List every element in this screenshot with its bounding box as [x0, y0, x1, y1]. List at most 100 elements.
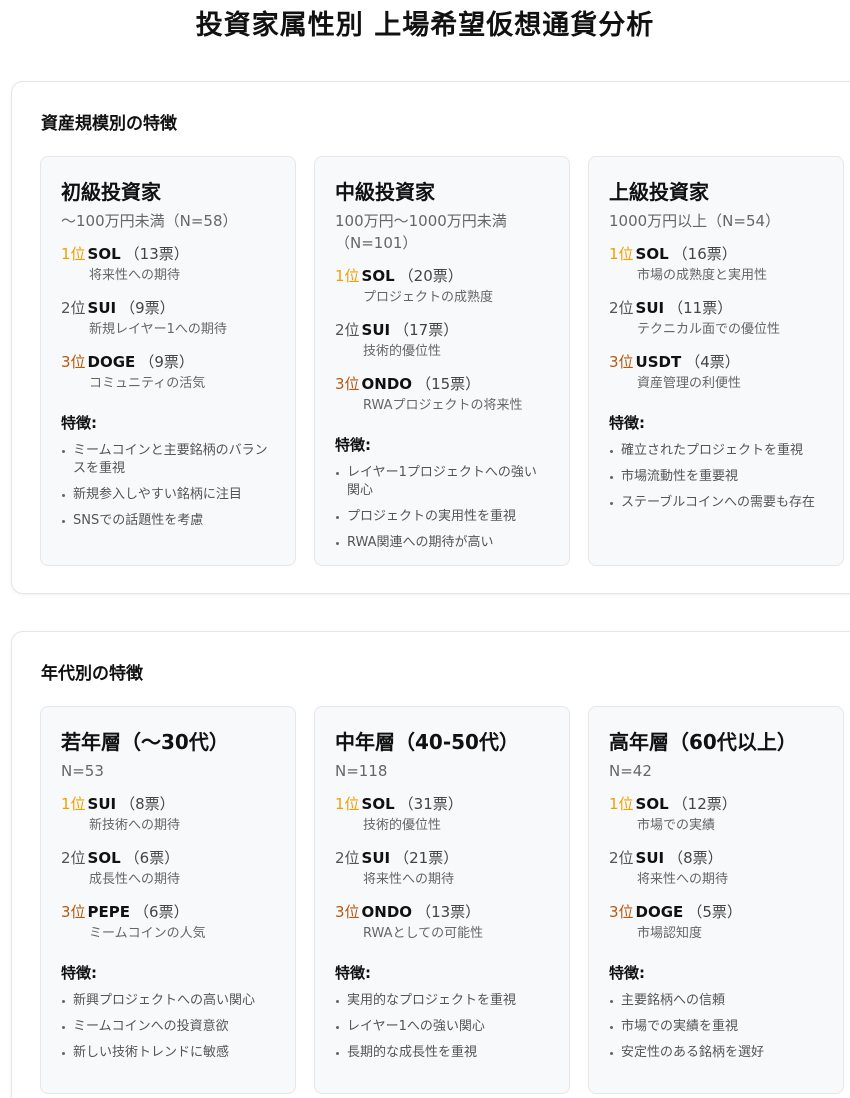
rank-coin: PEPE [87, 903, 131, 921]
feature-item: ミームコインと主要銘柄のバランスを重視 [61, 442, 275, 478]
rank-item: 2位 SUI （17票） 技術的優位性 [335, 319, 549, 362]
features-list: 実用的なプロジェクトを重視 レイヤー1への強い関心 長期的な成長性を重視 [335, 992, 549, 1062]
card-subtitle: 1000万円以上（N=54） [609, 212, 781, 230]
rank-votes: （6票） [124, 849, 180, 867]
rank-item: 3位 ONDO （15票） RWAプロジェクトの将来性 [335, 373, 549, 416]
rank-note: 新技術への期待 [89, 818, 181, 833]
features-list: 新興プロジェクトへの高い関心 ミームコインへの投資意欲 新しい技術トレンドに敏感 [61, 992, 275, 1062]
features-heading: 特徴: [335, 964, 371, 982]
rank-position: 1位 [335, 795, 360, 813]
rank-votes: （9票） [120, 299, 175, 317]
rank-position: 3位 [61, 353, 86, 371]
card-subtitle: ～100万円未満（N=58） [61, 212, 238, 230]
card-beginner-investor: 初級投資家 ～100万円未満（N=58） 1位 SOL （13票） 将来性への期待 … [40, 156, 296, 566]
feature-item: レイヤー1プロジェクトへの強い関心 [335, 464, 549, 500]
rank-note: 新規レイヤー1への期待 [89, 322, 227, 337]
feature-item: 確立されたプロジェクトを重視 [609, 442, 823, 460]
rank-votes: （13票） [416, 903, 481, 921]
card-intermediate-investor: 中級投資家 100万円～1000万円未満（N=101） 1位 SOL （20票） プ… [314, 156, 570, 566]
rank-coin: SUI [635, 299, 665, 317]
features-list: 主要銘柄への信頼 市場での実績を重視 安定性のある銘柄を選好 [609, 992, 823, 1062]
rank-coin: DOGE [87, 353, 136, 371]
features-heading: 特徴: [609, 964, 645, 982]
feature-item: 安定性のある銘柄を選好 [609, 1044, 823, 1062]
rank-item: 2位 SUI （11票） テクニカル面での優位性 [609, 297, 823, 340]
feature-item: RWA関連への期待が高い [335, 534, 549, 552]
rank-item: 3位 PEPE （6票） ミームコインの人気 [61, 901, 275, 944]
features-list: 確立されたプロジェクトを重視 市場流動性を重要視 ステーブルコインへの需要も存在 [609, 442, 823, 512]
rank-coin: ONDO [361, 903, 413, 921]
rank-position: 2位 [335, 321, 360, 339]
rank-item: 2位 SOL （6票） 成長性への期待 [61, 847, 275, 890]
feature-item: プロジェクトの実用性を重視 [335, 508, 549, 526]
section-age-group: 年代別の特徴 若年層（～30代） N=53 1位 SUI （8票） 新技術への期待 … [11, 631, 850, 1098]
card-middle-age: 中年層（40-50代） N=118 1位 SOL （31票） 技術的優位性 2位 SU… [314, 706, 570, 1094]
feature-item: 市場での実績を重視 [609, 1018, 823, 1036]
section-heading: 資産規模別の特徴 [41, 114, 177, 134]
features-heading: 特徴: [61, 414, 97, 432]
rank-position: 1位 [609, 795, 634, 813]
card-title: 高年層（60代以上） [609, 730, 797, 754]
rank-votes: （8票） [668, 849, 723, 867]
card-subtitle: N=42 [609, 762, 652, 780]
rank-note: 市場の成熟度と実用性 [637, 268, 768, 283]
feature-item: レイヤー1への強い関心 [335, 1018, 549, 1036]
rank-item: 2位 SUI （9票） 新規レイヤー1への期待 [61, 297, 275, 340]
rank-coin: SOL [635, 795, 669, 813]
rank-item: 1位 SOL （31票） 技術的優位性 [335, 793, 549, 836]
rank-position: 2位 [61, 849, 86, 867]
rank-position: 1位 [61, 795, 86, 813]
rank-note: 将来性への期待 [363, 872, 455, 887]
rank-position: 2位 [609, 849, 634, 867]
rank-note: 市場認知度 [637, 926, 703, 941]
section-heading: 年代別の特徴 [41, 664, 143, 684]
rank-note: 市場での実績 [637, 818, 716, 833]
rank-item: 3位 DOGE （5票） 市場認知度 [609, 901, 823, 944]
feature-item: 新規参入しやすい銘柄に注目 [61, 486, 275, 504]
rank-votes: （9票） [139, 353, 194, 371]
rank-coin: DOGE [635, 903, 684, 921]
feature-item: 新しい技術トレンドに敏感 [61, 1044, 275, 1062]
rank-position: 2位 [609, 299, 634, 317]
card-title: 初級投資家 [61, 180, 161, 204]
rank-votes: （17票） [394, 321, 459, 339]
rank-position: 2位 [335, 849, 360, 867]
features-heading: 特徴: [335, 436, 371, 454]
rank-item: 1位 SOL （13票） 将来性への期待 [61, 243, 275, 286]
rank-votes: （16票） [672, 245, 737, 263]
rank-votes: （11票） [668, 299, 733, 317]
feature-item: 新興プロジェクトへの高い関心 [61, 992, 275, 1010]
feature-item: 市場流動性を重要視 [609, 468, 823, 486]
features-list: レイヤー1プロジェクトへの強い関心 プロジェクトの実用性を重視 RWA関連への期… [335, 464, 549, 552]
rank-coin: SOL [361, 795, 395, 813]
rank-votes: （4票） [685, 353, 740, 371]
feature-item: 長期的な成長性を重視 [335, 1044, 549, 1062]
card-title: 若年層（～30代） [61, 730, 229, 754]
feature-item: ミームコインへの投資意欲 [61, 1018, 275, 1036]
rank-votes: （8票） [120, 795, 175, 813]
rank-item: 2位 SUI （8票） 将来性への期待 [609, 847, 823, 890]
feature-item: 主要銘柄への信頼 [609, 992, 823, 1010]
rank-position: 3位 [335, 903, 360, 921]
features-list: ミームコインと主要銘柄のバランスを重視 新規参入しやすい銘柄に注目 SNSでの話… [61, 442, 275, 530]
page-title: 投資家属性別 上場希望仮想通貨分析 [195, 10, 655, 41]
rank-item: 1位 SUI （8票） 新技術への期待 [61, 793, 275, 836]
rank-coin: SUI [361, 849, 391, 867]
rank-note: 技術的優位性 [363, 344, 442, 359]
rank-item: 1位 SOL （16票） 市場の成熟度と実用性 [609, 243, 823, 286]
rank-votes: （5票） [687, 903, 742, 921]
features-heading: 特徴: [609, 414, 645, 432]
rank-note: RWAプロジェクトの将来性 [363, 398, 523, 413]
rank-position: 3位 [609, 353, 634, 371]
rank-position: 3位 [335, 375, 360, 393]
rank-votes: （13票） [124, 245, 189, 263]
section-asset-size: 資産規模別の特徴 初級投資家 ～100万円未満（N=58） 1位 SOL （13票）… [11, 81, 850, 594]
rank-coin: SUI [361, 321, 391, 339]
rank-item: 3位 USDT （4票） 資産管理の利便性 [609, 351, 823, 394]
card-subtitle: N=53 [61, 762, 104, 780]
rank-position: 3位 [61, 903, 86, 921]
rank-note: コミュニティの活気 [89, 376, 206, 391]
card-title: 中年層（40-50代） [335, 730, 519, 754]
rank-votes: （21票） [394, 849, 459, 867]
rank-note: RWAとしての可能性 [363, 926, 484, 941]
